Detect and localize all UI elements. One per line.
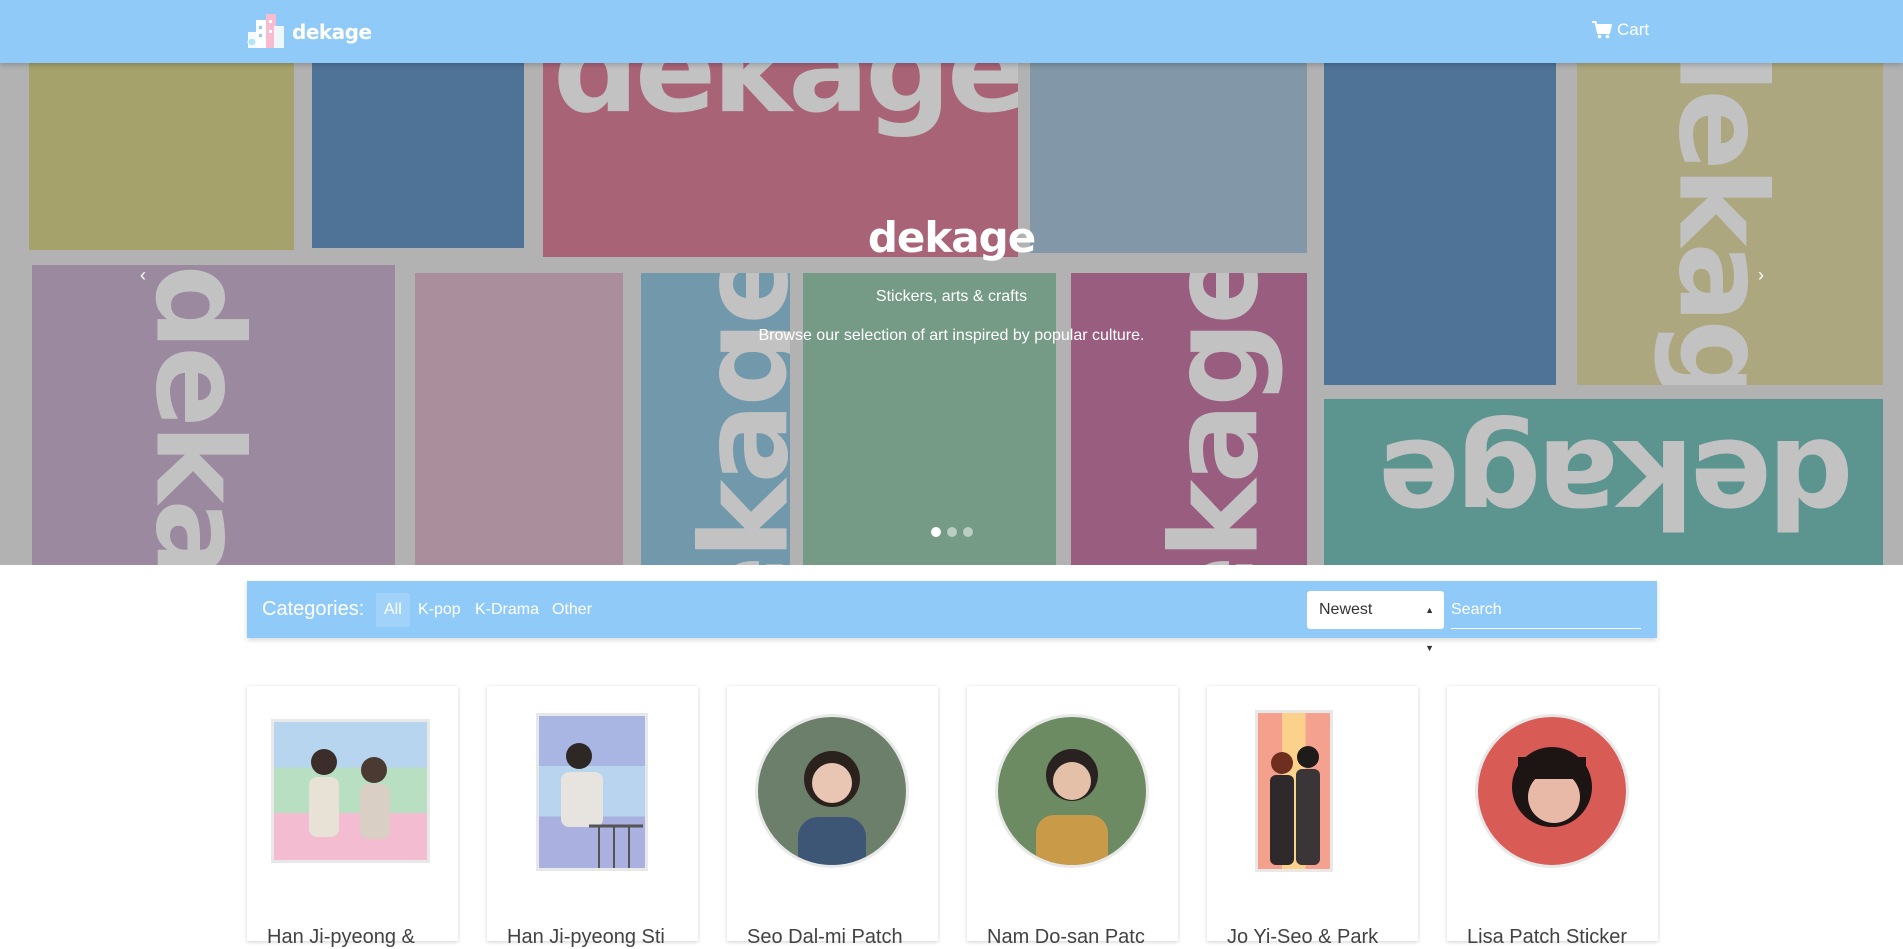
hero-subtitle: Stickers, arts & crafts — [875, 288, 1028, 305]
sort-caret-icon: ▲ ▼ — [1425, 605, 1434, 653]
product-image — [271, 719, 430, 863]
product-title: Jo Yi-Seo & Park — [1227, 926, 1379, 948]
hero-watermark: dekage — [1146, 273, 1286, 565]
hero-description: Browse our selection of art inspired by … — [758, 327, 1145, 344]
product-image — [1475, 714, 1629, 868]
hero-tile: dekage — [32, 265, 395, 565]
product-title: Han Ji-pyeong & — [267, 926, 415, 948]
product-card[interactable]: Seo Dal-mi Patch — [727, 686, 938, 948]
brand-logo-icon — [247, 14, 284, 48]
top-navbar: dekage Cart — [0, 0, 1903, 63]
search-input[interactable] — [1451, 592, 1641, 628]
chevron-right-icon: › — [1758, 265, 1764, 285]
carousel-next-button[interactable]: › — [1749, 263, 1773, 287]
hero-watermark: dekage — [553, 63, 1018, 140]
product-card[interactable]: Jo Yi-Seo & Park — [1207, 686, 1418, 948]
product-card[interactable]: Han Ji-pyeong Sti — [487, 686, 698, 948]
chevron-left-icon: ‹ — [140, 265, 146, 285]
carousel-indicator[interactable] — [947, 527, 957, 537]
product-title: Han Ji-pyeong Sti — [507, 926, 665, 948]
hero-tile — [803, 273, 1056, 565]
product-photo — [561, 743, 643, 868]
product-photo — [798, 751, 866, 865]
sort-select[interactable]: Newest ▲ ▼ — [1307, 591, 1444, 653]
hero-watermark: dekage — [128, 265, 268, 565]
product-photo — [1036, 749, 1108, 865]
product-title: Lisa Patch Sticker — [1467, 926, 1628, 948]
category-all[interactable]: All — [376, 593, 410, 627]
brand-link[interactable]: dekage — [246, 12, 372, 52]
category-other[interactable]: Other — [544, 593, 600, 627]
carousel-indicator[interactable] — [931, 527, 941, 537]
hero-watermark: dekage — [1382, 412, 1854, 551]
category-filter-bar: Categories: All K-pop K-Drama Other Newe… — [247, 581, 1657, 653]
carousel-indicator[interactable] — [963, 527, 973, 537]
search-field[interactable] — [1451, 591, 1641, 629]
hero-tile — [415, 273, 623, 565]
product-image — [995, 714, 1149, 868]
carousel-indicators — [931, 527, 973, 537]
carousel-prev-button[interactable]: ‹ — [131, 263, 155, 287]
product-image — [1255, 710, 1333, 872]
brand-name: dekage — [292, 20, 372, 44]
shopping-cart-icon — [1592, 21, 1612, 39]
cart-label: Cart — [1617, 20, 1650, 39]
categories-label: Categories: — [262, 598, 365, 620]
product-title: Seo Dal-mi Patch — [747, 926, 903, 948]
cart-link[interactable]: Cart — [1592, 20, 1649, 40]
hero-carousel: dekage dekage dekage dekage dekage dekag… — [0, 63, 1903, 565]
product-photo — [1512, 747, 1592, 827]
hero-watermark: dekage — [676, 273, 790, 565]
category-kpop[interactable]: K-pop — [410, 593, 469, 627]
product-title: Nam Do-san Patc — [987, 926, 1145, 948]
product-photo — [1270, 746, 1320, 865]
hero-tile: dekage — [1071, 273, 1307, 565]
product-image — [755, 714, 909, 868]
product-card[interactable]: Lisa Patch Sticker — [1447, 686, 1658, 948]
product-photo — [309, 749, 390, 839]
product-card[interactable]: Nam Do-san Patc — [967, 686, 1178, 948]
hero-title: dekage — [867, 213, 1036, 262]
product-card[interactable]: Han Ji-pyeong & — [247, 686, 458, 948]
hero-tile: dekage — [641, 273, 790, 565]
hero-tile: dekage — [1324, 399, 1883, 565]
category-kdrama[interactable]: K-Drama — [467, 593, 547, 627]
product-image — [536, 713, 648, 871]
sort-value: Newest — [1319, 601, 1373, 618]
